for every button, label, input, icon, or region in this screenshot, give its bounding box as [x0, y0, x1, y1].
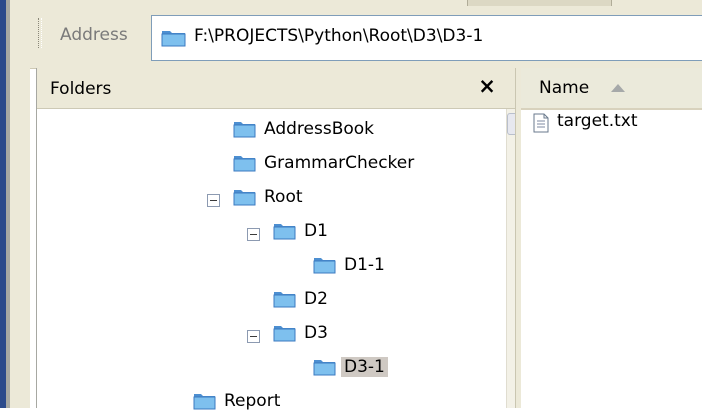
tree-item-label-selected[interactable]: D3-1: [341, 357, 388, 377]
folder-icon: [273, 292, 296, 308]
folder-icon: [193, 394, 216, 410]
folders-header: Folders ×: [37, 68, 515, 109]
collapse-icon[interactable]: [247, 330, 260, 343]
folder-icon: [313, 258, 336, 274]
folder-icon: [233, 122, 256, 138]
collapse-icon[interactable]: [207, 194, 220, 207]
column-header-name[interactable]: Name: [521, 68, 702, 110]
folder-icon: [273, 224, 296, 240]
window-frame-chrome: [10, 0, 30, 408]
text-file-icon: [533, 113, 549, 133]
tree-item-label[interactable]: D3: [301, 323, 331, 343]
address-input[interactable]: F:\PROJECTS\Python\Root\D3\D3-1: [151, 15, 702, 61]
tree-item-label[interactable]: GrammarChecker: [261, 153, 417, 173]
open-folder-icon: [313, 360, 336, 376]
tree-item-label[interactable]: D2: [301, 289, 331, 309]
toolbar-grip[interactable]: [38, 18, 42, 48]
tree-item-label[interactable]: Root: [261, 187, 306, 207]
address-bar: Address F:\PROJECTS\Python\Root\D3\D3-1: [30, 6, 702, 69]
address-label: Address: [60, 25, 128, 45]
tree-item-label[interactable]: D1: [301, 221, 331, 241]
sort-ascending-icon: [611, 84, 625, 92]
column-header-label[interactable]: Name: [539, 78, 589, 98]
folder-icon: [233, 156, 256, 172]
address-path[interactable]: F:\PROJECTS\Python\Root\D3\D3-1: [194, 26, 483, 46]
tree-item-label[interactable]: Report: [221, 391, 283, 411]
folder-icon: [161, 31, 186, 47]
folder-icon: [273, 326, 296, 342]
file-list-pane: Name target.txt: [521, 68, 702, 408]
close-icon[interactable]: ×: [473, 72, 501, 100]
tree-item-label[interactable]: D1-1: [341, 255, 388, 275]
collapse-icon[interactable]: [247, 228, 260, 241]
file-name[interactable]: target.txt: [557, 111, 637, 131]
folders-title: Folders: [50, 79, 112, 99]
folder-icon: [233, 190, 256, 206]
tree-item-label[interactable]: AddressBook: [261, 119, 377, 139]
folders-pane: Folders × AddressBook GrammarChecker Roo…: [36, 68, 533, 411]
